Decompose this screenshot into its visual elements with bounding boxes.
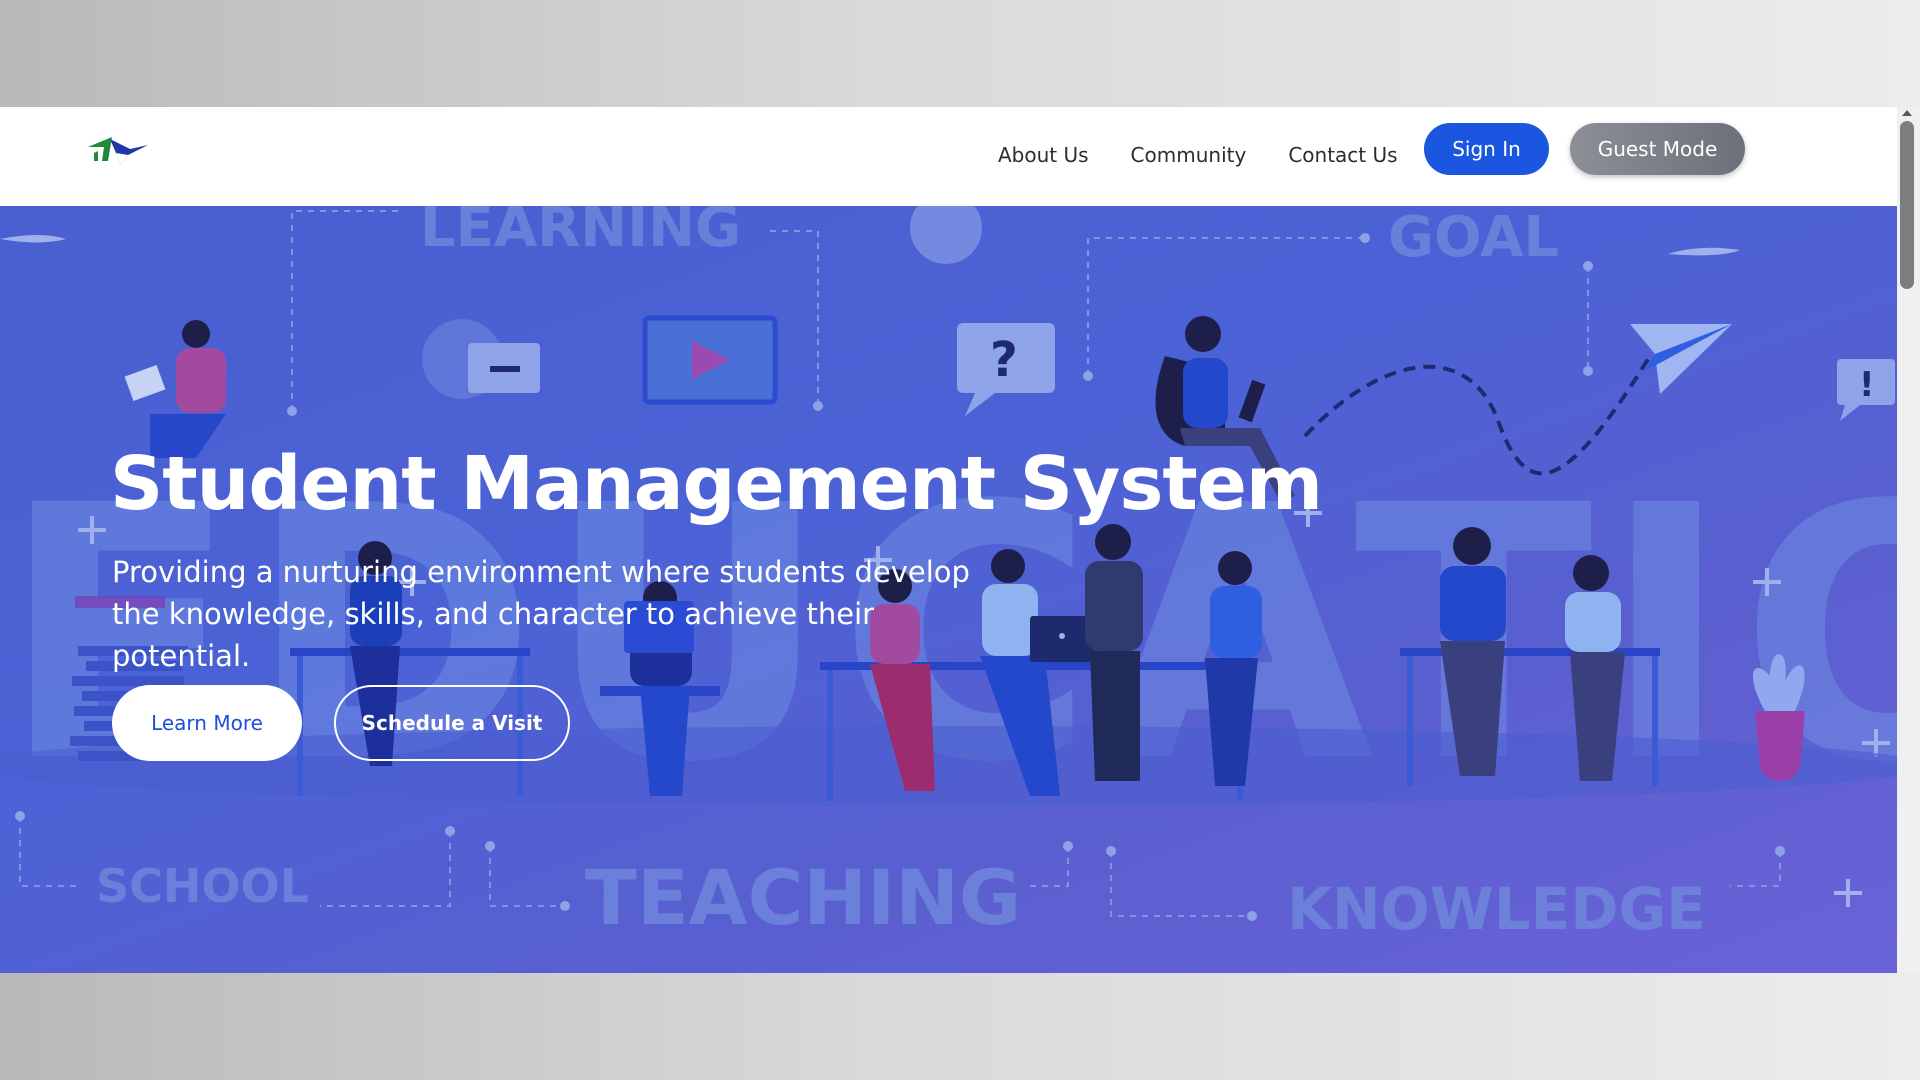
svg-text:?: ? (990, 332, 1018, 388)
school-watermark: SCHOOL (96, 859, 309, 913)
guest-mode-button[interactable]: Guest Mode (1570, 123, 1745, 175)
scroll-up-arrow-icon[interactable] (1901, 108, 1913, 118)
hero-subtitle: Providing a nurturing environment where … (112, 555, 970, 673)
play-icon (642, 315, 778, 405)
knowledge-watermark: KNOWLEDGE (1287, 875, 1706, 943)
question-bubble-icon: ? (957, 323, 1055, 416)
nav-links: About Us Community Contact Us (998, 137, 1398, 173)
nav-contact-us-link[interactable]: Contact Us (1288, 137, 1397, 173)
paper-plane-icon (1630, 324, 1732, 394)
nav-about-us-link[interactable]: About Us (998, 137, 1089, 173)
learning-watermark: LEARNING (420, 206, 741, 260)
learn-more-button[interactable]: Learn More (112, 685, 302, 761)
browser-viewport: About Us Community Contact Us Sign In Gu… (0, 107, 1920, 973)
top-navbar: About Us Community Contact Us Sign In Gu… (0, 107, 1897, 206)
exclamation-bubble-icon: ! (1837, 359, 1895, 421)
svg-text:!: ! (1859, 365, 1875, 405)
logo-icon[interactable] (86, 133, 150, 169)
hero-section: EDUCATION LEARNING GOAL SCHOOL TEACHING … (0, 206, 1897, 973)
goal-watermark: GOAL (1388, 206, 1559, 270)
teaching-watermark: TEACHING (585, 853, 1021, 942)
nav-community-link[interactable]: Community (1131, 137, 1247, 173)
schedule-visit-button[interactable]: Schedule a Visit (334, 685, 570, 761)
scrollbar-thumb[interactable] (1900, 121, 1914, 289)
sign-in-button[interactable]: Sign In (1424, 123, 1549, 175)
hero-title: Student Management System (110, 441, 1323, 527)
